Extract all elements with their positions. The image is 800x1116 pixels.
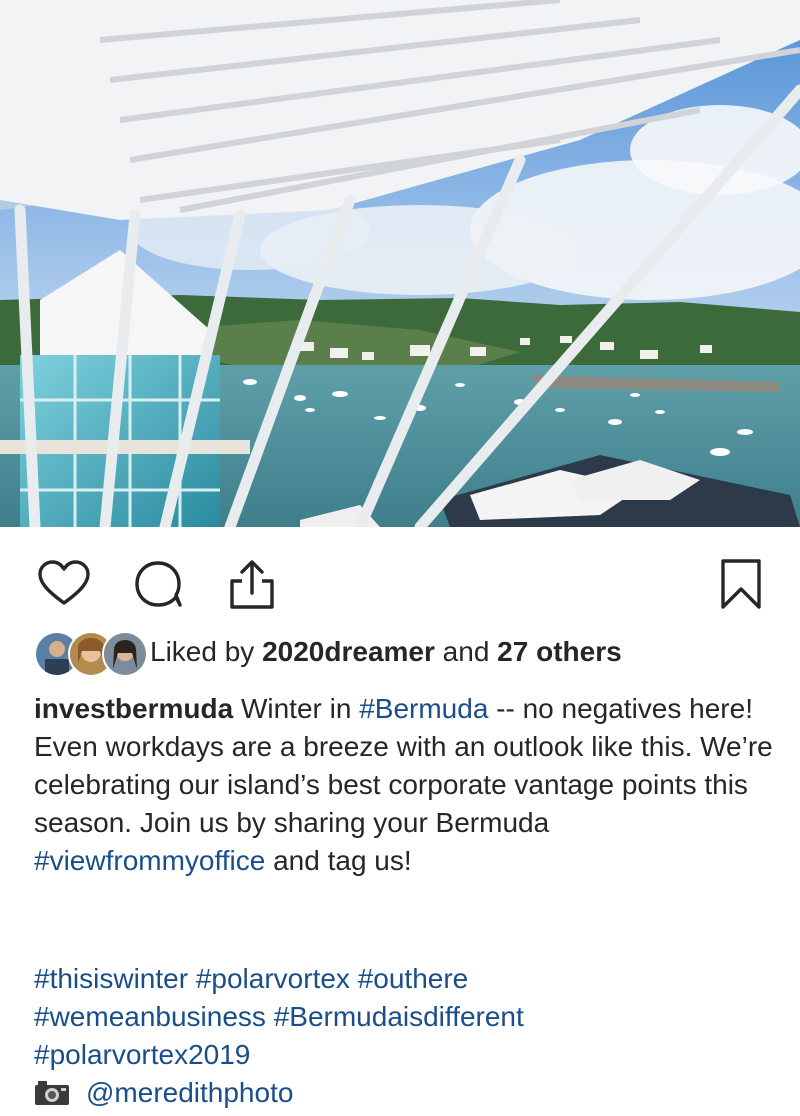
post-caption: invest​bermuda Winter in #Bermuda -- no … [34, 693, 773, 876]
hashtag-line: #thisiswinter #polarvortex #outhere [34, 960, 774, 998]
bookmark-icon [721, 559, 761, 609]
share-button[interactable] [224, 557, 280, 613]
hashtag-link[interactable]: #polarvortex2019 [34, 1039, 250, 1070]
harbor-view-image [0, 0, 800, 527]
like-button[interactable] [36, 557, 92, 613]
credit-username-link[interactable]: @meredithphoto [86, 1074, 293, 1112]
liker-avatars[interactable] [34, 629, 148, 677]
hashtag-link[interactable]: #thisiswinter [34, 963, 188, 994]
likes-count-link[interactable]: 27 others [497, 636, 622, 667]
heart-icon [38, 560, 90, 605]
hashtag-link[interactable]: #viewfrommyoffice [34, 845, 265, 876]
share-icon [230, 560, 274, 609]
photo-credit: @meredithphoto [34, 1074, 774, 1112]
hashtag-line: #polarvortex2019 [34, 1036, 774, 1074]
hashtag-link[interactable]: #polarvortex [196, 963, 350, 994]
post-photo[interactable] [0, 0, 800, 527]
author-username-link[interactable]: invest​bermuda [34, 693, 233, 724]
hashtag-link[interactable]: #wemeanbusiness [34, 1001, 266, 1032]
hashtag-link[interactable]: #Bermudaisdifferent [274, 1001, 524, 1032]
hashtag-line: #wemeanbusiness #Bermudaisdifferent [34, 998, 774, 1036]
avatar [102, 631, 148, 677]
likes-row: Liked by 2020dreamer and 27 others [34, 627, 622, 677]
comment-button[interactable] [132, 557, 188, 613]
camera-icon [34, 1080, 70, 1106]
liker-username-link[interactable]: 2020dreamer [262, 636, 435, 667]
hashtag-link[interactable]: #Bermuda [359, 693, 488, 724]
save-button[interactable] [714, 557, 770, 613]
likes-text: Liked by 2020dreamer and 27 others [150, 636, 622, 667]
hashtag-block: #thisiswinter #polarvortex #outhere #wem… [34, 960, 774, 1112]
hashtag-link[interactable]: #outhere [358, 963, 469, 994]
comment-icon [135, 561, 182, 607]
action-bar [0, 527, 800, 627]
instagram-post: Liked by 2020dreamer and 27 others inves… [0, 0, 800, 1116]
